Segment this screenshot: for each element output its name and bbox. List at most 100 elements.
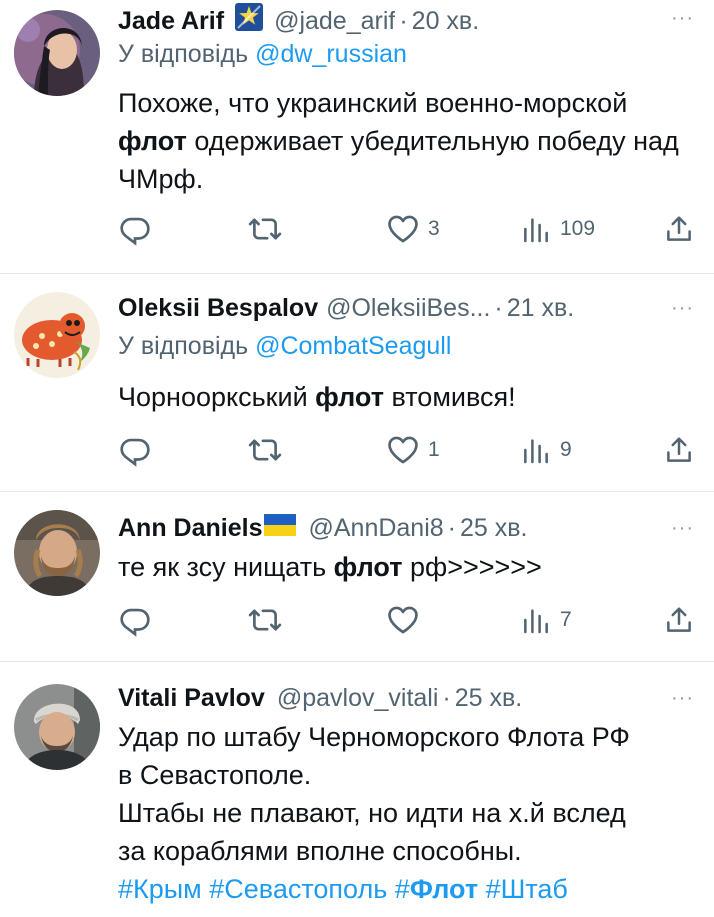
reply-button[interactable] [118, 209, 152, 249]
hashtag-prefix: # [394, 874, 410, 904]
hashtag-link[interactable]: #Штаб [486, 874, 568, 904]
reply-prefix: У відповідь [118, 332, 249, 360]
retweet-button[interactable] [248, 600, 282, 640]
tweet[interactable]: Jade Arif @jade_arif · 20 хв. ··· У відп… [0, 0, 714, 274]
view-count: 9 [560, 438, 572, 461]
more-options-icon[interactable]: ··· [671, 296, 694, 320]
tweet-text-line: Штабы не плавают, но идти на х.й вслед [118, 798, 626, 828]
user-handle[interactable]: @pavlov_vitali [277, 682, 439, 714]
tweet-actions: 7 [118, 600, 704, 640]
reply-icon [118, 212, 152, 246]
views-icon [520, 434, 552, 466]
tweet-text-part: Чорнооркський [118, 382, 308, 412]
hashtag-line: #Крым #Севастополь #Флот #Штаб [118, 870, 696, 908]
share-icon [664, 435, 694, 465]
ukraine-flag-badge-icon[interactable] [264, 512, 297, 544]
heart-icon [386, 212, 420, 246]
like-button[interactable]: 3 [386, 209, 440, 249]
view-count: 7 [560, 608, 572, 631]
views-button[interactable]: 109 [520, 209, 595, 249]
timestamp[interactable]: 20 хв. [412, 5, 479, 37]
like-count: 1 [428, 438, 440, 461]
timestamp[interactable]: 25 хв. [460, 512, 527, 544]
avatar[interactable] [14, 10, 100, 96]
retweet-button[interactable] [248, 209, 282, 249]
reply-context: У відповідь @CombatSeagull [118, 330, 451, 362]
avatar[interactable] [14, 510, 100, 596]
tweet-text: Чорнооркський флот втомився! [118, 378, 696, 416]
view-count: 109 [560, 217, 596, 240]
tweet-text-line: Удар по штабу Черноморского Флота РФ [118, 722, 630, 752]
tweet-text: те як зсу нищать флот рф>>>>>> [118, 548, 696, 586]
views-button[interactable]: 9 [520, 430, 572, 470]
retweet-icon [248, 603, 282, 637]
avatar[interactable] [14, 292, 100, 378]
tweet-text-line: в Севастополе. [118, 760, 312, 790]
more-options-icon[interactable]: ··· [671, 686, 694, 710]
tweet-text-part: Похоже, что украинский военно-морской [118, 88, 628, 118]
tweet-text-highlight: флот [315, 382, 384, 412]
more-options-icon[interactable]: ··· [671, 6, 694, 30]
hashtag-link[interactable]: #Севастополь [209, 874, 387, 904]
tweet[interactable]: Vitali Pavlov @pavlov_vitali · 25 хв. ··… [0, 662, 714, 917]
tweet-header: Oleksii Bespalov @OleksiiBes... · 21 хв. [118, 292, 700, 324]
tweet-feed: Jade Arif @jade_arif · 20 хв. ··· У відп… [0, 0, 714, 917]
separator-dot: · [494, 294, 503, 322]
tweet-text-line: за кораблями вполне способны. [118, 836, 522, 866]
views-button[interactable]: 7 [520, 600, 572, 640]
tweet-text: Удар по штабу Черноморского Флота РФ в С… [118, 718, 696, 908]
tweet-text: Похоже, что украинский военно-морской фл… [118, 84, 696, 198]
hashtag-link[interactable]: #Флот [395, 874, 478, 904]
tweet-text-highlight: флот [118, 126, 187, 156]
separator-dot: · [447, 514, 456, 542]
reply-prefix: У відповідь [118, 40, 249, 68]
reply-button[interactable] [118, 600, 152, 640]
like-count: 3 [428, 217, 440, 240]
tweet-text-part: рф>>>>>> [409, 552, 542, 582]
heart-icon [386, 433, 420, 467]
hashtag-highlight: Флот [409, 874, 479, 904]
avatar[interactable] [14, 684, 100, 770]
retweet-icon [248, 433, 282, 467]
share-icon [664, 605, 694, 635]
reply-context: У відповідь @dw_russian [118, 38, 407, 70]
more-options-icon[interactable]: ··· [671, 516, 694, 540]
views-icon [520, 604, 552, 636]
hashtag-link[interactable]: #Крым [118, 874, 202, 904]
retweet-button[interactable] [248, 430, 282, 470]
separator-dot: · [399, 7, 408, 35]
reply-to-link[interactable]: @dw_russian [255, 40, 407, 68]
timestamp[interactable]: 21 хв. [507, 292, 574, 324]
reply-icon [118, 603, 152, 637]
share-button[interactable] [664, 209, 694, 249]
tweet-header: Jade Arif @jade_arif · 20 хв. [118, 2, 700, 40]
share-button[interactable] [664, 430, 694, 470]
tweet-actions: 1 9 [118, 430, 704, 470]
display-name[interactable]: Ann Daniels [118, 512, 262, 544]
user-handle[interactable]: @OleksiiBes... [326, 292, 490, 324]
user-handle[interactable]: @AnnDani8 [308, 512, 443, 544]
share-button[interactable] [664, 600, 694, 640]
views-icon [520, 213, 552, 245]
tweet-header: Vitali Pavlov @pavlov_vitali · 25 хв. [118, 682, 700, 714]
user-handle[interactable]: @jade_arif [274, 5, 395, 37]
tweet[interactable]: Ann Daniels @AnnDani8 · 25 хв. ··· те як… [0, 492, 714, 662]
tweet-text-part: те як зсу нищать [118, 552, 327, 582]
heart-icon [386, 603, 420, 637]
verified-star-badge-icon[interactable] [234, 2, 264, 40]
like-button[interactable]: 1 [386, 430, 440, 470]
display-name[interactable]: Oleksii Bespalov [118, 292, 318, 324]
display-name[interactable]: Vitali Pavlov [118, 682, 265, 714]
reply-button[interactable] [118, 430, 152, 470]
tweet-actions: 3 109 [118, 209, 704, 249]
tweet[interactable]: Oleksii Bespalov @OleksiiBes... · 21 хв.… [0, 274, 714, 492]
reply-to-link[interactable]: @CombatSeagull [255, 332, 451, 360]
tweet-text-part: одерживает убедительную победу над ЧМрф. [118, 126, 679, 194]
timestamp[interactable]: 25 хв. [455, 682, 522, 714]
like-button[interactable] [386, 600, 428, 640]
tweet-header: Ann Daniels @AnnDani8 · 25 хв. [118, 512, 700, 544]
retweet-icon [248, 212, 282, 246]
display-name[interactable]: Jade Arif [118, 5, 224, 37]
separator-dot: · [442, 684, 451, 712]
reply-icon [118, 433, 152, 467]
